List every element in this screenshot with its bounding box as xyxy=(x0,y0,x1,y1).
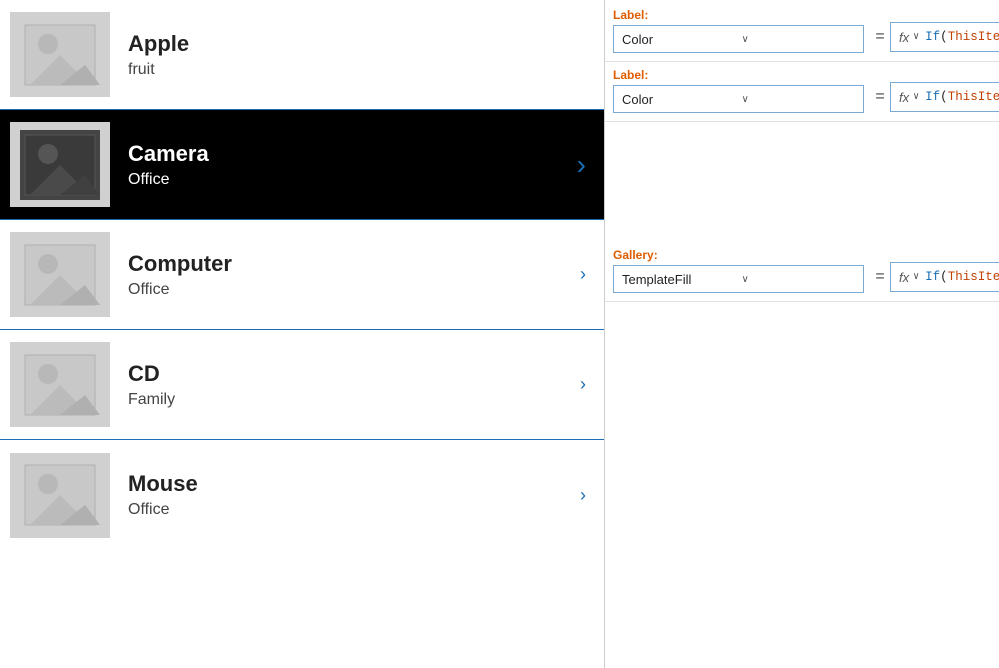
item-subtitle-computer: Office xyxy=(128,281,580,299)
dropdown-value-3: TemplateFill xyxy=(622,272,736,287)
item-subtitle-mouse: Office xyxy=(128,501,580,519)
dropdown-arrow-3: ∨ xyxy=(742,274,856,285)
chevron-cd: › xyxy=(580,374,586,395)
dropdown-value-1: Color xyxy=(622,32,736,47)
dropdown-arrow-1: ∨ xyxy=(742,34,856,45)
item-subtitle-camera: Office xyxy=(128,171,577,189)
dropdown-section-1: Label: Color ∨ xyxy=(605,6,870,57)
dropdown-arrow-2: ∨ xyxy=(742,94,856,105)
formula-section-3: Gallery: TemplateFill ∨ = fx ∨ If(ThisIt… xyxy=(605,242,999,302)
formula-section-2: Label: Color ∨ = fx ∨ If(ThisItem.IsSele… xyxy=(605,62,999,122)
gallery-item-mouse[interactable]: Mouse Office › xyxy=(0,440,604,550)
spacer-mid xyxy=(605,122,999,242)
fx-chevron-3: ∨ xyxy=(913,271,919,283)
gallery-panel[interactable]: Apple fruit Camera Office › xyxy=(0,0,605,668)
thumbnail-cd xyxy=(10,342,110,427)
formula-label-3: Gallery: xyxy=(613,248,864,262)
dropdown-value-2: Color xyxy=(622,92,736,107)
formula-code-3: If(ThisItem.IsSelected,Black,RGBA(0, 0, … xyxy=(925,270,999,284)
item-text-cd: CD Family xyxy=(128,361,580,409)
formula-dropdown-1[interactable]: Color ∨ xyxy=(613,25,864,53)
item-text-mouse: Mouse Office xyxy=(128,471,580,519)
thumbnail-computer xyxy=(10,232,110,317)
thumbnail-mouse xyxy=(10,453,110,538)
gallery-item-computer[interactable]: Computer Office › xyxy=(0,220,604,330)
dropdown-section-3: Gallery: TemplateFill ∨ xyxy=(605,246,870,297)
chevron-camera: › xyxy=(577,149,586,181)
equals-2: = xyxy=(870,88,890,106)
item-title-cd: CD xyxy=(128,361,580,387)
gallery-item-apple[interactable]: Apple fruit xyxy=(0,0,604,110)
equals-3: = xyxy=(870,268,890,286)
item-title-computer: Computer xyxy=(128,251,580,277)
item-text-computer: Computer Office xyxy=(128,251,580,299)
thumbnail-apple xyxy=(10,12,110,97)
equals-1: = xyxy=(870,28,890,46)
dropdown-section-2: Label: Color ∨ xyxy=(605,66,870,117)
thumbnail-camera xyxy=(10,122,110,207)
item-text-camera: Camera Office xyxy=(128,141,577,189)
formula-bar-3[interactable]: fx ∨ If(ThisItem.IsSelected,Black,RGBA(0… xyxy=(890,262,999,292)
fx-chevron-1: ∨ xyxy=(913,31,919,43)
item-title-mouse: Mouse xyxy=(128,471,580,497)
gallery-item-camera[interactable]: Camera Office › xyxy=(0,110,604,220)
formula-bar-2[interactable]: fx ∨ If(ThisItem.IsSelected,White,RGBA(0… xyxy=(890,82,999,112)
chevron-computer: › xyxy=(580,264,586,285)
item-text-apple: Apple fruit xyxy=(128,31,594,79)
gallery-item-cd[interactable]: CD Family › xyxy=(0,330,604,440)
formula-section-1: Label: Color ∨ = fx ∨ If(ThisItem.IsSele… xyxy=(605,0,999,62)
fx-chevron-2: ∨ xyxy=(913,91,919,103)
fx-label-2: fx xyxy=(899,90,909,105)
formula-panel: Label: Color ∨ = fx ∨ If(ThisItem.IsSele… xyxy=(605,0,999,668)
fx-label-1: fx xyxy=(899,30,909,45)
formula-label-2: Label: xyxy=(613,68,864,82)
fx-label-3: fx xyxy=(899,270,909,285)
formula-code-1: If(ThisItem.IsSelected,White,RGBA(0, 0, … xyxy=(925,30,999,44)
formula-code-2: If(ThisItem.IsSelected,White,RGBA(0, 0, … xyxy=(925,90,999,104)
chevron-mouse: › xyxy=(580,485,586,506)
formula-label-1: Label: xyxy=(613,8,864,22)
item-subtitle-cd: Family xyxy=(128,391,580,409)
item-subtitle-apple: fruit xyxy=(128,61,594,79)
formula-bar-1[interactable]: fx ∨ If(ThisItem.IsSelected,White,RGBA(0… xyxy=(890,22,999,52)
item-title-camera: Camera xyxy=(128,141,577,167)
formula-dropdown-3[interactable]: TemplateFill ∨ xyxy=(613,265,864,293)
item-title-apple: Apple xyxy=(128,31,594,57)
formula-dropdown-2[interactable]: Color ∨ xyxy=(613,85,864,113)
